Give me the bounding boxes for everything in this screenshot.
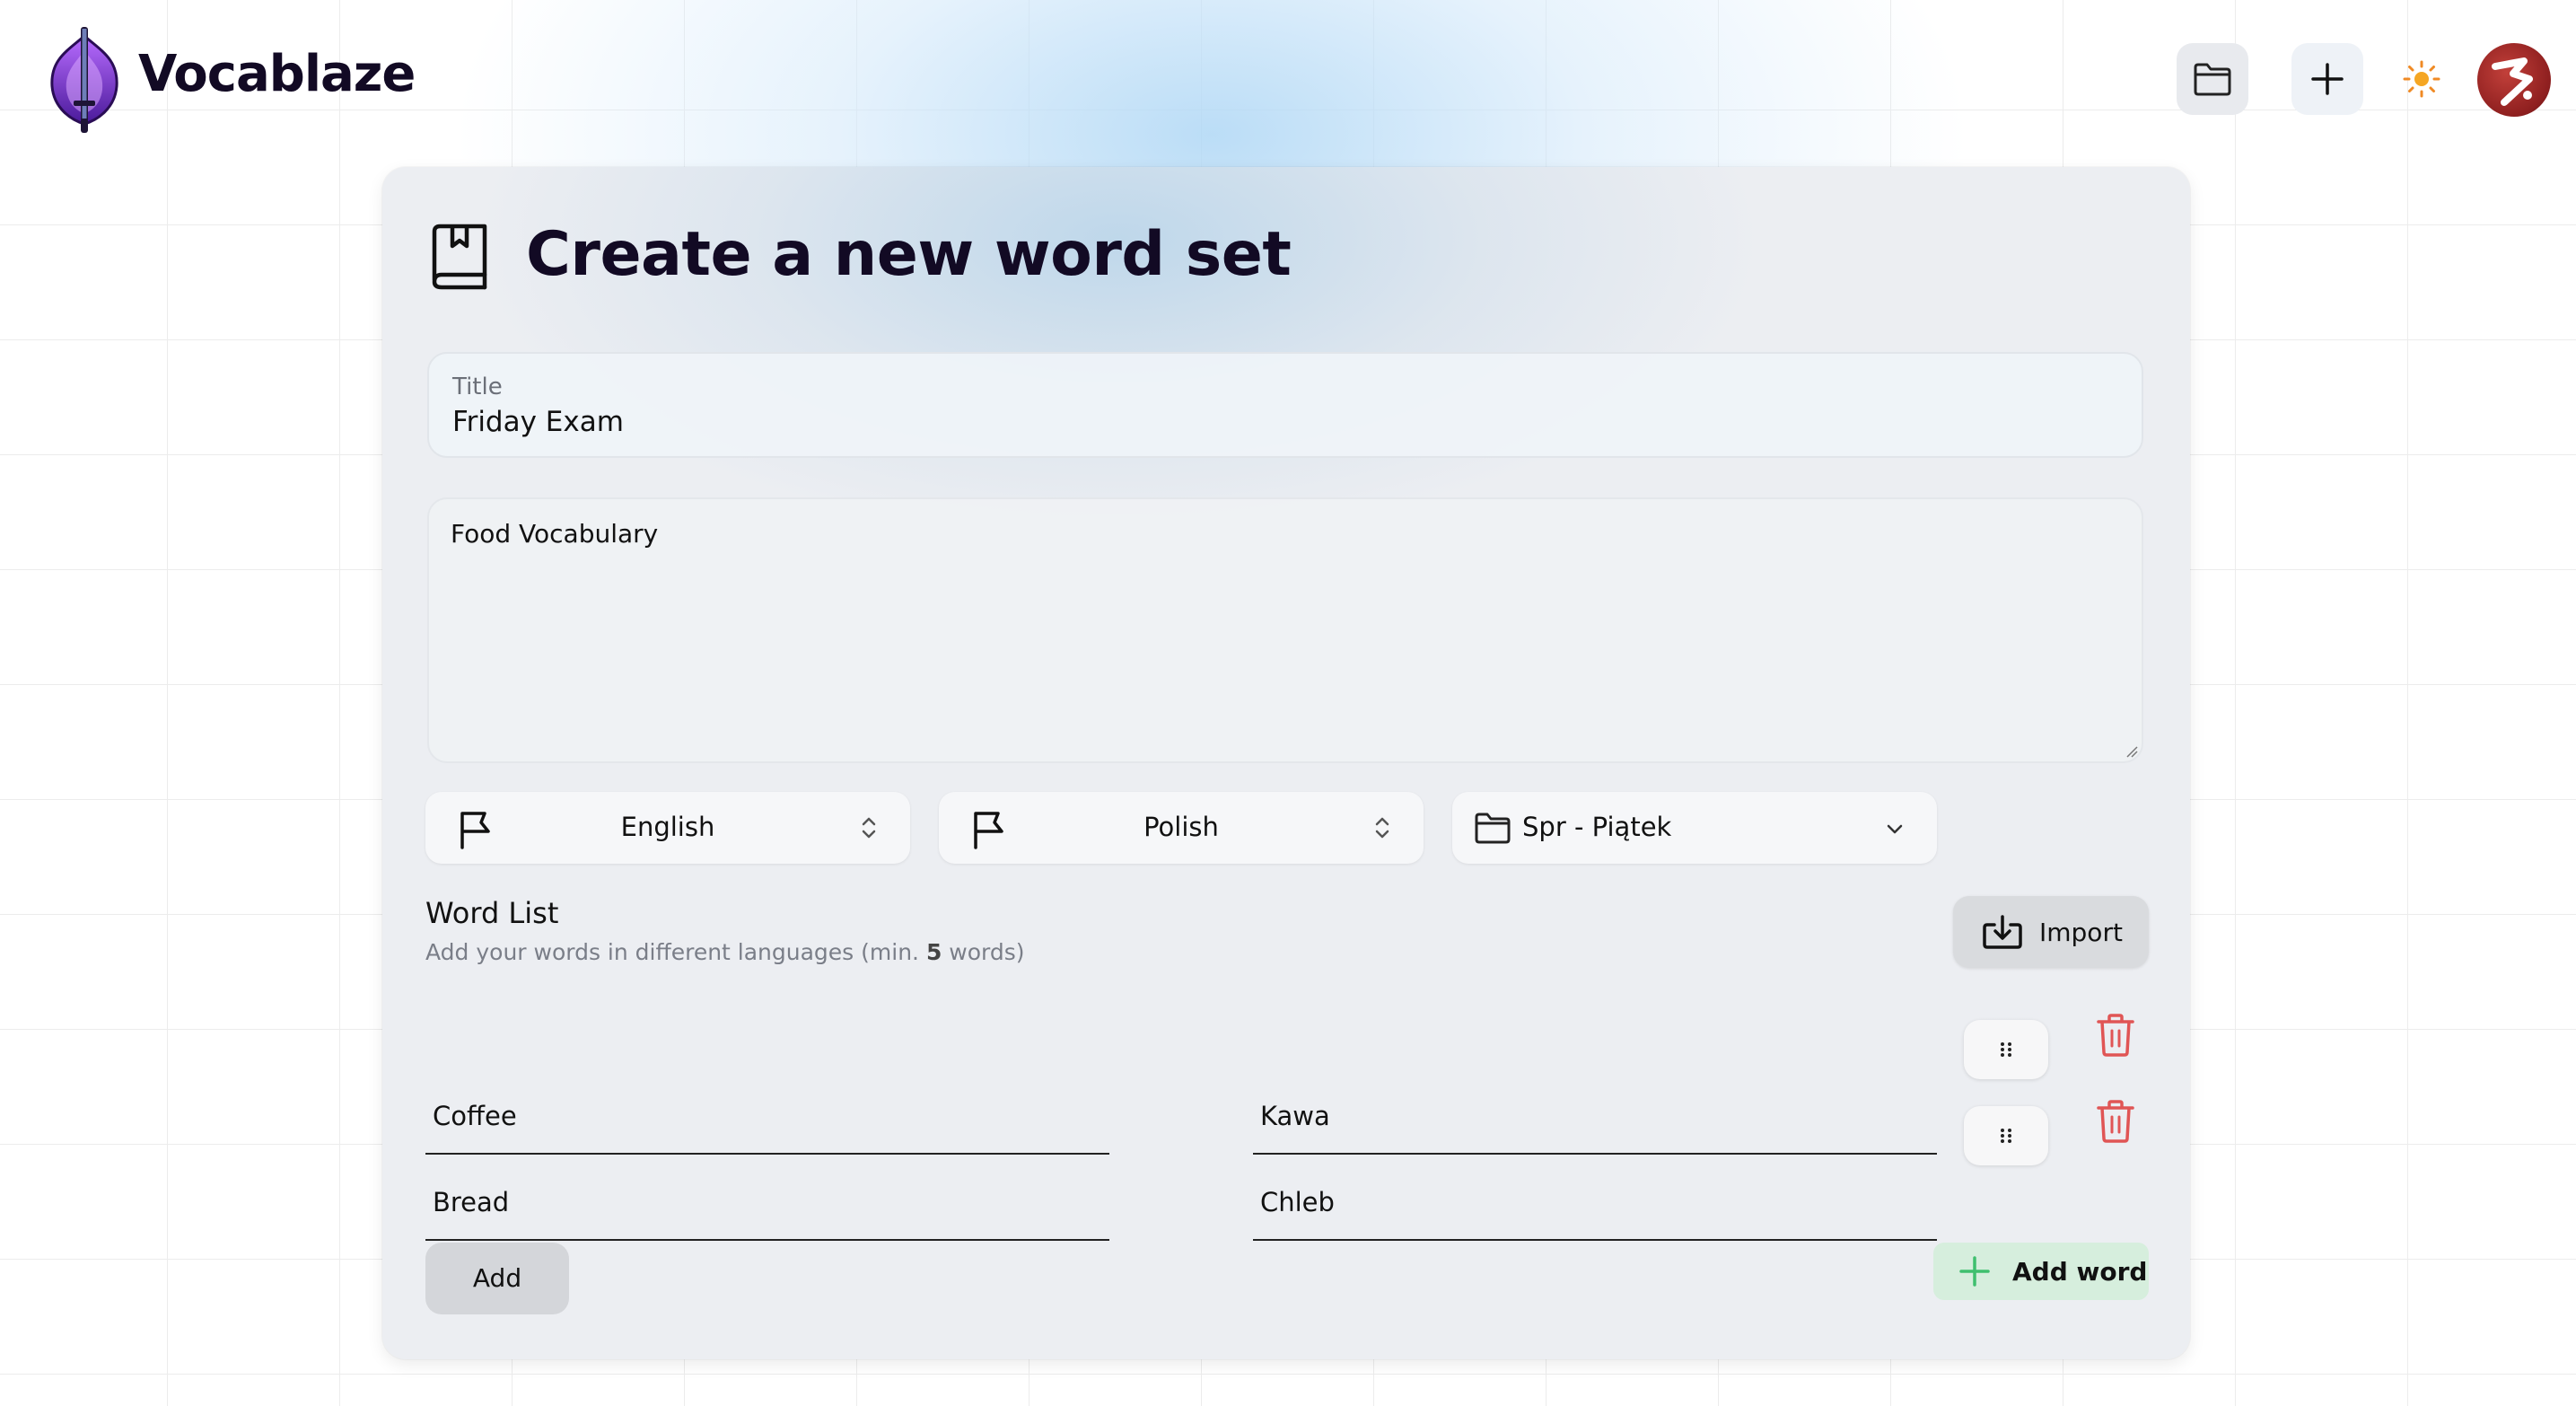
chevron-up-down-icon — [862, 817, 876, 839]
source-language-select[interactable]: English — [425, 792, 910, 864]
drag-handle-icon — [2001, 1129, 2011, 1143]
word-list-heading: Word List — [425, 896, 559, 930]
plus-icon — [1959, 1256, 1990, 1287]
word-list-subtitle-start: Add your words in different languages (m… — [425, 939, 926, 965]
chevron-down-icon — [1887, 824, 1903, 834]
title-value[interactable]: Friday Exam — [452, 406, 2118, 438]
target-language-value: Polish — [1143, 812, 1219, 842]
drag-handle-icon — [2001, 1042, 2011, 1057]
theme-toggle-sun-icon[interactable] — [2402, 59, 2441, 99]
app-name[interactable]: Vocablaze — [138, 45, 416, 103]
user-avatar[interactable] — [2477, 43, 2551, 117]
import-button[interactable]: Import — [1953, 896, 2149, 968]
source-word-value[interactable]: Coffee — [433, 1101, 517, 1131]
import-label: Import — [2039, 918, 2123, 947]
min-words-count: 5 — [925, 939, 942, 965]
folder-icon — [2194, 63, 2231, 96]
delete-row-icon[interactable] — [2095, 1099, 2136, 1144]
add-button[interactable]: Add — [425, 1243, 569, 1314]
source-word-value[interactable]: Bread — [433, 1187, 509, 1217]
create-word-set-card: Create a new word set Title Friday Exam … — [382, 167, 2190, 1359]
avatar-image — [2492, 57, 2533, 106]
top-header: Vocablaze — [0, 0, 2576, 167]
chevron-up-down-icon — [1375, 817, 1389, 839]
delete-row-icon[interactable] — [2095, 1013, 2136, 1058]
word-list-subtitle-end: words) — [942, 939, 1025, 965]
word-list-subtitle: Add your words in different languages (m… — [425, 939, 1025, 965]
folders-button[interactable] — [2177, 43, 2248, 115]
import-icon — [1983, 915, 2022, 949]
drag-handle-button[interactable] — [1964, 1020, 2048, 1079]
source-word-input[interactable]: Coffee — [425, 1077, 1109, 1155]
drag-handle-button[interactable] — [1964, 1106, 2048, 1165]
description-textarea[interactable]: Food Vocabulary — [427, 497, 2143, 763]
target-word-input[interactable]: Kawa — [1253, 1077, 1937, 1155]
add-word-button[interactable]: Add word — [1933, 1243, 2149, 1300]
page-title: Create a new word set — [526, 219, 1292, 290]
create-set-button[interactable] — [2291, 43, 2363, 115]
plus-icon — [2311, 63, 2344, 95]
folder-value: Spr - Piątek — [1522, 812, 1672, 842]
description-value[interactable]: Food Vocabulary — [451, 519, 658, 549]
target-word-value[interactable]: Chleb — [1260, 1187, 1335, 1217]
title-label: Title — [452, 373, 503, 400]
source-word-input[interactable]: Bread — [425, 1164, 1109, 1241]
target-word-input[interactable]: Chleb — [1253, 1164, 1937, 1241]
add-word-label: Add word — [2012, 1257, 2148, 1287]
target-word-value[interactable]: Kawa — [1260, 1101, 1330, 1131]
folder-select[interactable]: Spr - Piątek — [1452, 792, 1937, 864]
folder-icon — [1475, 813, 1511, 844]
vocablaze-logo-icon[interactable] — [41, 23, 127, 136]
title-input[interactable]: Title Friday Exam — [427, 352, 2143, 458]
source-language-value: English — [620, 812, 715, 842]
book-icon — [432, 224, 487, 290]
resize-grip-icon[interactable] — [2125, 745, 2138, 758]
target-language-select[interactable]: Polish — [939, 792, 1424, 864]
